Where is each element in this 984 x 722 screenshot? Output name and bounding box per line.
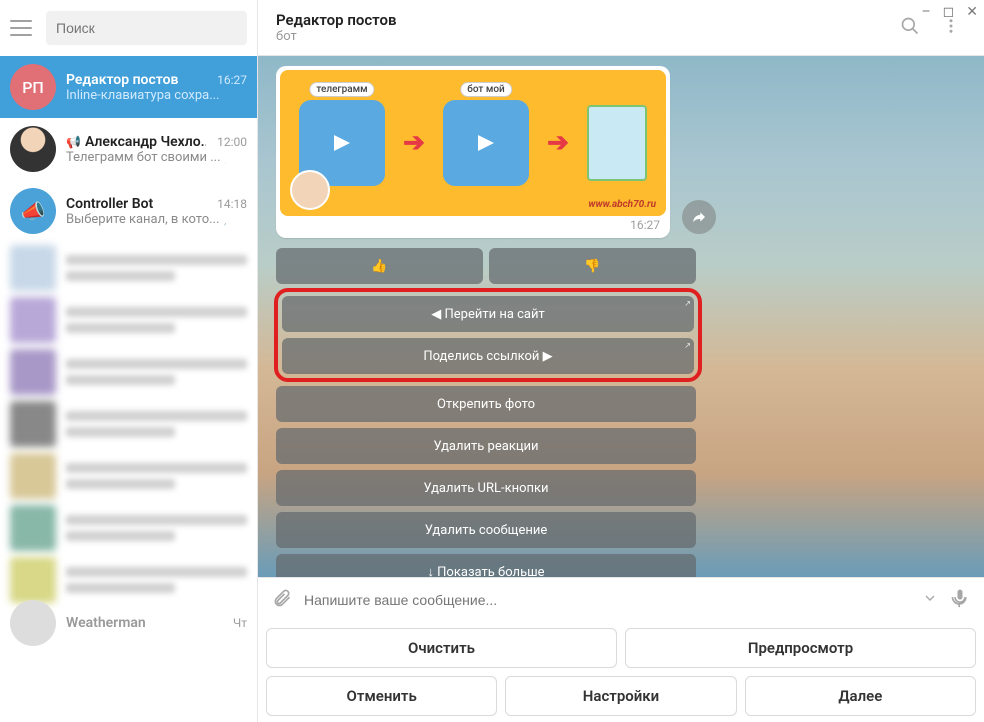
arrow-icon: ➔ — [547, 128, 569, 158]
inline-button-del-message[interactable]: Удалить сообщение — [276, 512, 696, 548]
pin-icon: 📌 — [225, 150, 226, 164]
inline-button-unpin-photo[interactable]: Открепить фото — [276, 386, 696, 422]
search-input[interactable] — [56, 20, 237, 36]
compose-bar — [258, 577, 984, 622]
inline-row-reactions: 👍 👎 — [276, 248, 696, 284]
chat-item-alexander[interactable]: 📢 Александр Чехло... 12:00 Телеграмм бот… — [0, 118, 257, 180]
kb-button-next[interactable]: Далее — [745, 676, 976, 716]
window-max-icon[interactable]: ◻ — [943, 4, 955, 20]
chat-list: РП Редактор постов 16:27 Inline-клавиату… — [0, 56, 257, 722]
kb-button-preview[interactable]: Предпросмотр — [625, 628, 976, 668]
pin-icon: 📌 — [223, 212, 226, 226]
arrow-icon: ➔ — [403, 128, 425, 158]
chat-header-title: Редактор постов — [276, 11, 884, 29]
inline-button-show-more[interactable]: ↓ Показать больше — [276, 554, 696, 577]
kb-button-cancel[interactable]: Отменить — [266, 676, 497, 716]
chat-preview: Телеграмм бот своими ... 📌 — [66, 150, 226, 165]
inline-row: Удалить URL-кнопки — [276, 470, 696, 506]
menu-icon[interactable] — [10, 20, 32, 36]
avatar: РП — [10, 64, 56, 110]
message-input[interactable] — [304, 592, 910, 608]
chat-preview: Inline-клавиатура сохра... — [66, 88, 226, 103]
expand-icon[interactable] — [922, 590, 938, 610]
chat-name: 📢 Александр Чехло... — [66, 134, 206, 150]
sidebar-top — [0, 0, 257, 56]
share-button[interactable] — [682, 200, 716, 234]
message-bubble[interactable]: телеграмм ➔ бот мой ➔ — [276, 66, 670, 238]
kb-button-settings[interactable]: Настройки — [505, 676, 736, 716]
attach-icon[interactable] — [272, 588, 292, 612]
external-link-icon: ↗ — [684, 299, 691, 308]
chat-name: Редактор постов — [66, 72, 178, 88]
mic-icon[interactable] — [950, 588, 970, 612]
chat-item-blurred[interactable] — [0, 294, 257, 346]
chat-preview: Выберите канал, в кото... 📌 — [66, 212, 226, 227]
avatar — [10, 600, 56, 646]
chat-item-blurred[interactable] — [0, 450, 257, 502]
chat-time: 12:00 — [217, 135, 247, 149]
inline-button-thumbsdown[interactable]: 👎 — [489, 248, 696, 284]
inline-row: Открепить фото — [276, 386, 696, 422]
avatar — [10, 126, 56, 172]
chat-item-blurred[interactable] — [0, 242, 257, 294]
chat-item-weatherman[interactable]: Weatherman Чт — [0, 606, 257, 640]
message-time: 16:27 — [630, 218, 660, 232]
inline-row: Удалить сообщение — [276, 512, 696, 548]
chat-scroll[interactable]: телеграмм ➔ бот мой ➔ — [258, 56, 984, 577]
window-close-icon[interactable]: ✕ — [966, 4, 978, 20]
chat-time: Чт — [233, 616, 247, 630]
reply-keyboard: Очистить Предпросмотр Отменить Настройки… — [258, 622, 984, 722]
chat-body: телеграмм ➔ бот мой ➔ — [258, 56, 984, 577]
chat-item-blurred[interactable] — [0, 346, 257, 398]
window-min-icon[interactable]: – — [921, 4, 930, 20]
chat-item-editor[interactable]: РП Редактор постов 16:27 Inline-клавиату… — [0, 56, 257, 118]
inline-button-goto-site[interactable]: ◀ Перейти на сайт ↗ — [282, 296, 694, 332]
chat-item-blurred[interactable] — [0, 398, 257, 450]
inline-row: ↓ Показать больше — [276, 554, 696, 577]
chat-header: Редактор постов бот — [258, 0, 984, 56]
chat-name: Weatherman — [66, 615, 146, 631]
search-box[interactable] — [46, 11, 247, 45]
author-avatar — [290, 170, 330, 210]
inline-row: Удалить реакции — [276, 428, 696, 464]
image-tile-doc — [587, 105, 647, 181]
inline-button-thumbsup[interactable]: 👍 — [276, 248, 483, 284]
message-image: телеграмм ➔ бот мой ➔ — [280, 70, 666, 216]
chat-time: 14:18 — [217, 197, 247, 211]
app-root: РП Редактор постов 16:27 Inline-клавиату… — [0, 0, 984, 722]
sidebar: РП Редактор постов 16:27 Inline-клавиату… — [0, 0, 258, 722]
inline-button-del-url[interactable]: Удалить URL-кнопки — [276, 470, 696, 506]
megaphone-icon: 📣 — [21, 199, 46, 223]
message-row: телеграмм ➔ бот мой ➔ — [276, 66, 716, 238]
site-url: www.abch70.ru — [588, 199, 656, 210]
window-controls: – ◻ ✕ — [921, 4, 978, 20]
avatar: 📣 — [10, 188, 56, 234]
external-link-icon: ↗ — [684, 341, 691, 350]
inline-button-share-link[interactable]: Поделись ссылкой ▶ ↗ — [282, 338, 694, 374]
chat-time: 16:27 — [217, 73, 247, 87]
kb-button-clear[interactable]: Очистить — [266, 628, 617, 668]
chat-item-controller[interactable]: 📣 Controller Bot 14:18 Выберите канал, в… — [0, 180, 257, 242]
highlighted-inline-group: ◀ Перейти на сайт ↗ Поделись ссылкой ▶ ↗ — [274, 288, 702, 382]
chat-item-blurred[interactable] — [0, 502, 257, 554]
chat-header-info[interactable]: Редактор постов бот — [276, 11, 884, 44]
main: Редактор постов бот телеграмм — [258, 0, 984, 722]
chat-name: Controller Bot — [66, 196, 153, 212]
channel-icon: 📢 — [66, 135, 81, 149]
image-tile-bot: бот мой — [443, 100, 529, 186]
inline-button-del-reactions[interactable]: Удалить реакции — [276, 428, 696, 464]
chat-header-subtitle: бот — [276, 29, 884, 44]
chat-item-blurred[interactable] — [0, 554, 257, 606]
